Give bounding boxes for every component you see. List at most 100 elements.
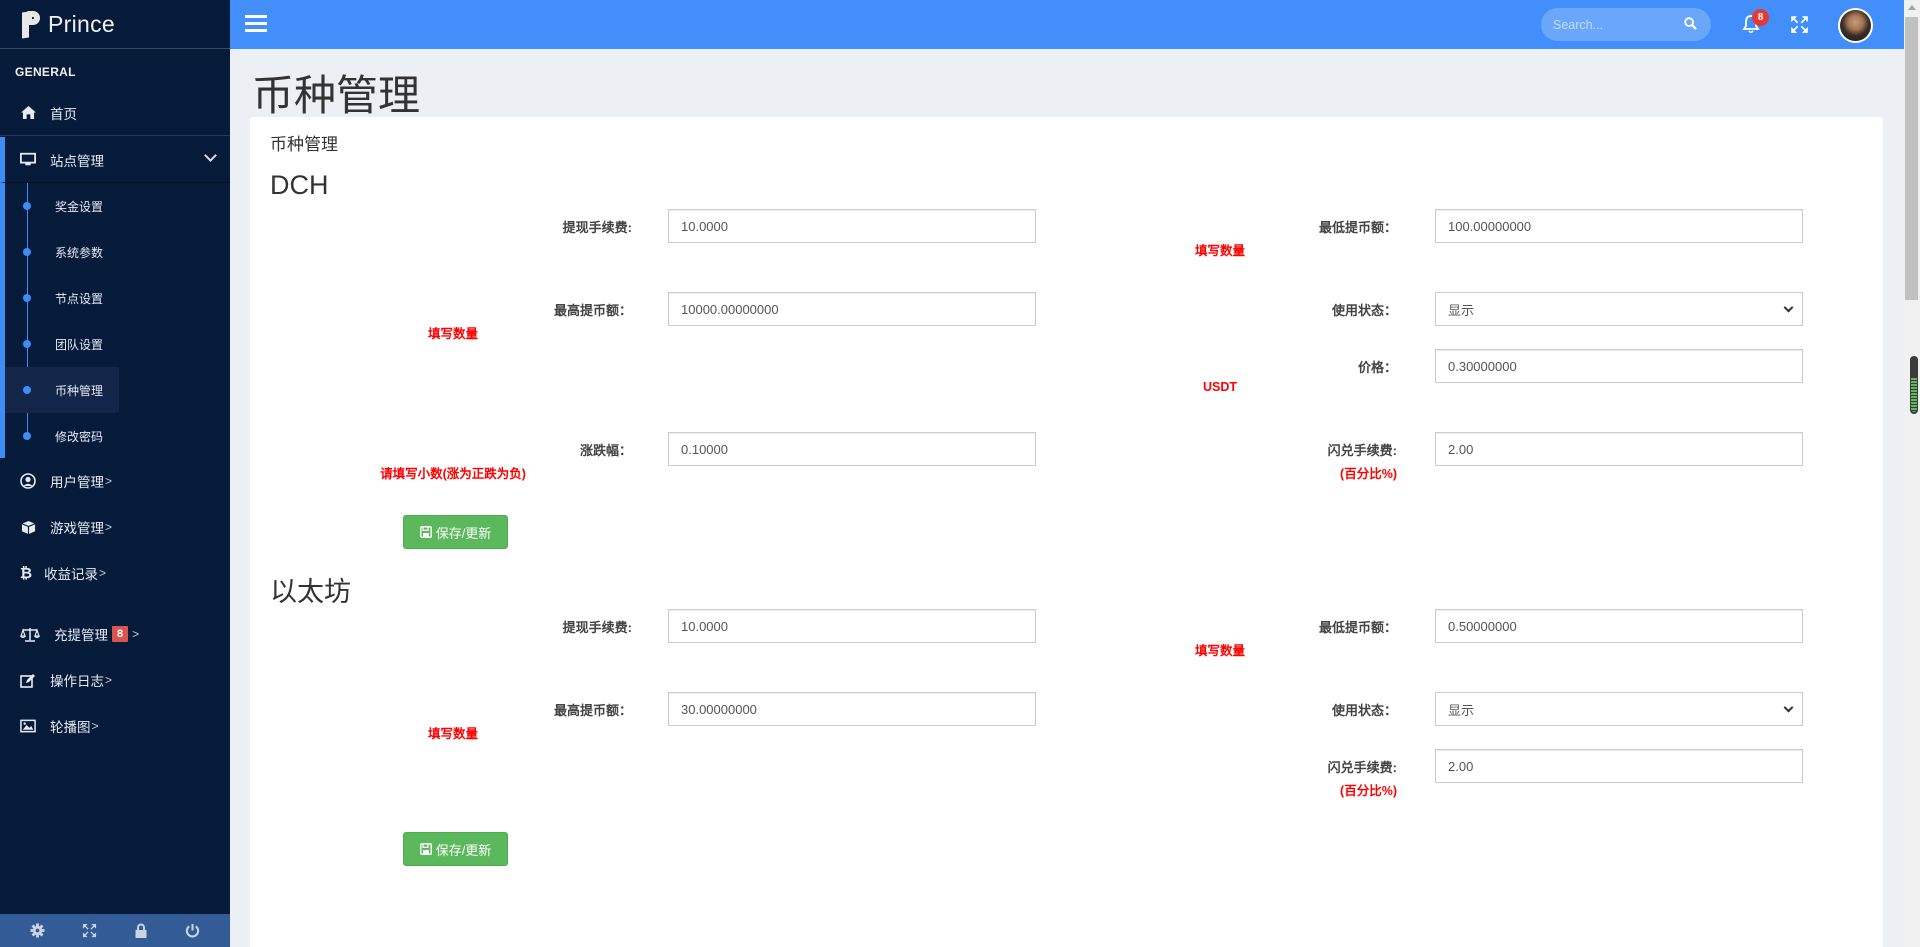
withdraw-fee-label: 提现手续费: bbox=[412, 617, 632, 636]
withdraw-fee-input[interactable] bbox=[668, 609, 1036, 643]
swap-fee-label: 闪兑手续费: bbox=[1177, 757, 1397, 776]
edit-icon bbox=[20, 672, 36, 688]
sidebar-item-carousel[interactable]: 轮播图> bbox=[0, 703, 230, 749]
min-withdraw-label: 最低提币额： bbox=[1177, 217, 1397, 236]
price-input[interactable] bbox=[1435, 349, 1803, 383]
chevron-right-icon: > bbox=[99, 566, 106, 580]
submenu-item-bonus-settings[interactable]: 奖金设置 bbox=[5, 183, 119, 229]
save-update-button[interactable]: 保存/更新 bbox=[403, 832, 508, 866]
min-withdraw-input[interactable] bbox=[1435, 209, 1803, 243]
search-icon[interactable] bbox=[1684, 17, 1697, 35]
fullscreen-icon[interactable] bbox=[79, 921, 99, 941]
sidebar-item-user-management[interactable]: 用户管理> bbox=[0, 458, 230, 504]
swap-fee-input[interactable] bbox=[1435, 432, 1803, 466]
status-select[interactable]: 显示 bbox=[1435, 692, 1803, 726]
withdraw-fee-input[interactable] bbox=[668, 209, 1036, 243]
save-update-button[interactable]: 保存/更新 bbox=[403, 515, 508, 549]
monitor-icon bbox=[20, 152, 36, 168]
section-label-general: GENERAL bbox=[0, 49, 230, 94]
sidebar-item-home[interactable]: 首页 bbox=[0, 90, 230, 136]
bullet-icon bbox=[23, 202, 31, 210]
sidebar-item-earnings-records[interactable]: ₿ 收益记录> bbox=[0, 550, 230, 596]
min-withdraw-hint: 填写数量 bbox=[1120, 640, 1320, 659]
min-withdraw-input[interactable] bbox=[1435, 609, 1803, 643]
max-withdraw-hint: 填写数量 bbox=[353, 723, 553, 742]
bullet-icon bbox=[23, 294, 31, 302]
swap-fee-hint: (百分比%) bbox=[1197, 780, 1397, 799]
sidebar-item-site-management[interactable]: 站点管理 bbox=[0, 137, 230, 183]
bullet-icon bbox=[23, 248, 31, 256]
submenu-item-change-password[interactable]: 修改密码 bbox=[5, 413, 119, 459]
card-title: 币种管理 bbox=[270, 130, 338, 155]
bullet-icon bbox=[23, 386, 31, 394]
user-avatar[interactable] bbox=[1838, 8, 1873, 43]
cube-icon bbox=[20, 519, 36, 535]
menu-toggle-icon[interactable] bbox=[245, 15, 267, 34]
max-withdraw-hint: 填写数量 bbox=[353, 323, 553, 342]
site-submenu: 奖金设置 系统参数 节点设置 团队设置 币种管理 修改密码 bbox=[0, 183, 230, 458]
lock-icon[interactable] bbox=[131, 921, 151, 941]
change-hint: 请填写小数(涨为正跌为负) bbox=[353, 463, 553, 482]
sidebar-item-label: 站点管理 bbox=[50, 150, 104, 170]
power-icon[interactable] bbox=[182, 921, 202, 941]
status-select[interactable]: 显示 bbox=[1435, 292, 1803, 326]
search-input[interactable] bbox=[1553, 18, 1673, 32]
avatar-image bbox=[1840, 10, 1871, 41]
home-icon bbox=[20, 105, 36, 121]
min-withdraw-hint: 填写数量 bbox=[1120, 240, 1320, 259]
status-label: 使用状态： bbox=[1177, 300, 1397, 319]
page-scrollbar[interactable] bbox=[1904, 0, 1920, 947]
change-label: 涨跌幅： bbox=[412, 440, 632, 459]
sidebar-item-game-management[interactable]: 游戏管理> bbox=[0, 504, 230, 550]
max-withdraw-input[interactable] bbox=[668, 692, 1036, 726]
max-withdraw-label: 最高提币额： bbox=[412, 300, 632, 319]
gear-icon[interactable] bbox=[28, 921, 48, 941]
change-input[interactable] bbox=[668, 432, 1036, 466]
coin-heading: 以太坊 bbox=[270, 570, 351, 609]
sidebar-item-operation-log[interactable]: 操作日志> bbox=[0, 657, 230, 703]
bitcoin-icon: ₿ bbox=[20, 565, 32, 581]
save-icon bbox=[420, 526, 432, 538]
scrollbar-thumb[interactable] bbox=[1905, 17, 1918, 300]
swap-fee-label: 闪兑手续费: bbox=[1177, 440, 1397, 459]
sidebar: Prince GENERAL 首页 站点管理 奖金设置 系统参数 节点设置 团队… bbox=[0, 0, 230, 947]
sidebar-item-deposit-withdraw[interactable]: 充提管理 8 > bbox=[0, 611, 230, 657]
submenu-item-node-settings[interactable]: 节点设置 bbox=[5, 275, 119, 321]
user-circle-icon bbox=[20, 473, 36, 489]
brand-logo-icon bbox=[20, 10, 42, 38]
brand-name: Prince bbox=[48, 11, 115, 38]
chevron-right-icon: > bbox=[105, 474, 112, 488]
swap-fee-input[interactable] bbox=[1435, 749, 1803, 783]
sidebar-footer bbox=[0, 914, 230, 947]
balance-scale-icon bbox=[20, 626, 40, 642]
chevron-down-icon bbox=[1784, 303, 1794, 313]
bullet-icon bbox=[23, 340, 31, 348]
image-icon bbox=[20, 718, 36, 734]
chevron-down-icon bbox=[204, 149, 217, 162]
deposit-count-badge: 8 bbox=[112, 626, 128, 642]
scroll-up-icon[interactable] bbox=[1908, 5, 1916, 10]
coin-management-card: 币种管理 DCH 提现手续费: 最低提币额： 填写数量 最高提币额： 填写数量 … bbox=[250, 117, 1883, 947]
withdraw-fee-label: 提现手续费: bbox=[412, 217, 632, 236]
max-withdraw-label: 最高提币额： bbox=[412, 700, 632, 719]
swap-fee-hint: (百分比%) bbox=[1197, 463, 1397, 482]
save-icon bbox=[420, 843, 432, 855]
top-navbar: 8 bbox=[230, 0, 1904, 49]
submenu-item-team-settings[interactable]: 团队设置 bbox=[5, 321, 119, 367]
chevron-right-icon: > bbox=[105, 673, 112, 687]
coin-heading: DCH bbox=[270, 170, 329, 201]
chevron-right-icon: > bbox=[105, 520, 112, 534]
price-unit-hint: USDT bbox=[1120, 380, 1320, 394]
search-box bbox=[1541, 8, 1711, 41]
price-label: 价格： bbox=[1177, 357, 1397, 376]
chevron-right-icon: > bbox=[92, 719, 99, 733]
scroll-indicator[interactable] bbox=[1910, 356, 1918, 414]
max-withdraw-input[interactable] bbox=[668, 292, 1036, 326]
submenu-item-system-params[interactable]: 系统参数 bbox=[5, 229, 119, 275]
notification-badge: 8 bbox=[1752, 9, 1769, 26]
sidebar-item-label: 首页 bbox=[50, 103, 77, 123]
brand[interactable]: Prince bbox=[0, 0, 230, 49]
fullscreen-icon[interactable] bbox=[1790, 15, 1809, 39]
bullet-icon bbox=[23, 432, 31, 440]
submenu-item-coin-management[interactable]: 币种管理 bbox=[5, 367, 119, 413]
